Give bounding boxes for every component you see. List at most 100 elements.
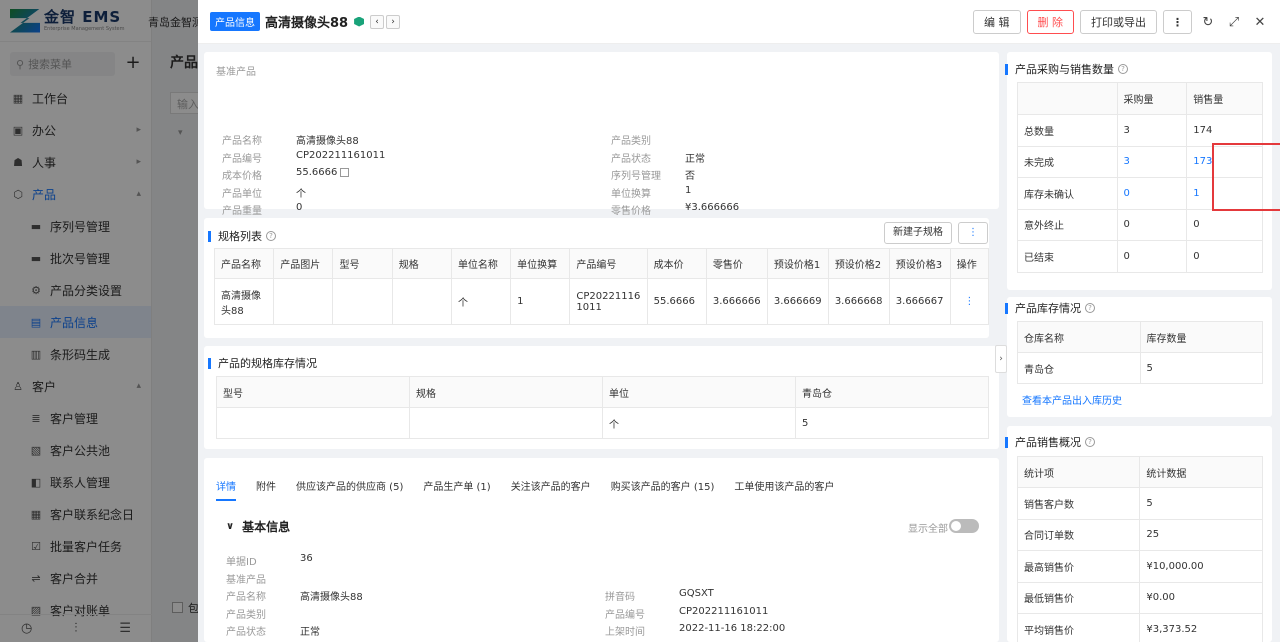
table-cell: ¥0.00	[1139, 581, 1263, 614]
tab-item[interactable]: 附件	[256, 478, 276, 501]
spec-list-card: 规格列表 ? 新建子规格 ⋮ 产品名称 产品图片 型号 规格 单位名称 单位换算 产品编号成…	[204, 218, 990, 338]
column-header	[1017, 82, 1118, 115]
table-cell: 未完成	[1017, 145, 1118, 178]
column-header: 青岛仓	[795, 376, 989, 408]
table-cell[interactable]: 0	[1116, 177, 1188, 210]
field-value: 1	[685, 184, 692, 196]
table-cell: 25	[1139, 518, 1263, 551]
field-label: 产品重量	[222, 206, 262, 218]
column-header: 统计项	[1016, 456, 1141, 488]
column-header: 仓库名称	[1017, 321, 1141, 353]
tab-item[interactable]: 购买该产品的客户 (15)	[611, 478, 715, 501]
product-info-tag: 产品信息	[210, 12, 260, 31]
field-label: 单位换算	[611, 188, 651, 200]
prev-record-button[interactable]: ‹	[370, 14, 385, 29]
table-cell: 0	[1116, 208, 1188, 241]
spec-more-button[interactable]: ⋮	[958, 222, 988, 244]
field-label: 序列号管理	[611, 171, 661, 183]
table-cell: 0	[1116, 240, 1188, 273]
sales-overview-title: 产品销售概况	[1015, 436, 1081, 449]
field-label: 单据ID	[226, 557, 257, 568]
sales-overview-table: 统计项 统计数据 销售客户数 5 合同订单数 25 最高销售价 ¥10,000.00 最低销售…	[1016, 456, 1263, 642]
help-icon[interactable]: ?	[1085, 303, 1095, 313]
stock-history-link[interactable]: 查看本产品出入库历史	[1022, 392, 1122, 407]
field-label: 成本价格	[222, 171, 262, 183]
column-header: 成本价	[646, 248, 707, 279]
close-icon[interactable]: ✕	[1250, 15, 1270, 30]
field-label: 产品编号	[605, 609, 645, 621]
column-header: 预设价格2	[827, 248, 890, 279]
column-header: 采购量	[1116, 82, 1188, 115]
drawer-title: 高清摄像头88	[265, 16, 349, 31]
show-all-label: 显示全部	[908, 524, 948, 535]
tab-item[interactable]: 供应该产品的供应商 (5)	[296, 478, 403, 501]
detail-tabs: 详情 附件 供应该产品的供应商 (5) 产品生产单 (1) 关注该产品的客户 购买该产品的…	[216, 478, 854, 501]
row-actions-button[interactable]: ⋮	[949, 278, 990, 325]
table-cell: 5	[1139, 487, 1263, 520]
table-cell: 3	[1116, 114, 1188, 147]
field-value: 2022-11-16 18:22:00	[679, 623, 786, 635]
table-cell: 库存未确认	[1017, 177, 1118, 210]
table-row: 总数量 3 174	[1017, 114, 1263, 147]
field-label: 产品类别	[226, 609, 266, 621]
table-cell: 已结束	[1017, 240, 1118, 273]
panel-collapse-handle[interactable]: ›	[995, 345, 1007, 373]
table-cell: 3.666667	[888, 278, 951, 325]
table-row: 合同订单数 25	[1016, 518, 1263, 551]
table-cell: 0	[1186, 208, 1263, 241]
spec-stock-table: 型号 规格 单位 青岛仓 个5	[216, 376, 989, 439]
column-header: 型号	[216, 376, 410, 408]
table-cell: 个	[450, 278, 512, 325]
new-sub-spec-button[interactable]: 新建子规格	[884, 222, 952, 244]
table-cell: CP20221116 1011	[569, 278, 648, 325]
refresh-icon[interactable]: ↻	[1198, 15, 1218, 30]
field-value: ¥3.666666	[685, 202, 740, 214]
table-cell: 5	[1139, 352, 1263, 384]
column-header: 单位名称	[450, 248, 512, 279]
table-cell: 最高销售价	[1016, 550, 1141, 583]
column-header: 型号	[332, 248, 393, 279]
field-value: 高清摄像头88	[300, 592, 363, 604]
table-cell: 意外终止	[1017, 208, 1118, 241]
basic-info-card: 基准产品 产品名称 高清摄像头88 产品编号 CP202211161011 成本价格 55…	[204, 52, 999, 253]
spec-list-title: 规格列表	[218, 230, 262, 243]
basic-heading: 基准产品	[216, 67, 256, 78]
print-export-button[interactable]: 打印或导出	[1080, 10, 1157, 34]
edit-button[interactable]: 编 辑	[973, 10, 1021, 34]
table-cell: 个	[602, 407, 796, 439]
table-row: 销售客户数 5	[1016, 487, 1263, 520]
tab-item[interactable]: 产品生产单 (1)	[423, 478, 490, 501]
inventory-table: 仓库名称 库存数量 青岛仓 5	[1017, 321, 1263, 384]
tab-item[interactable]: 关注该产品的客户	[511, 478, 591, 501]
field-label: 基准产品	[226, 574, 266, 586]
table-cell: 最低销售价	[1016, 581, 1141, 614]
next-record-button[interactable]: ›	[386, 14, 401, 29]
field-value: 否	[685, 171, 695, 183]
collapse-chevron-icon[interactable]: ∨	[226, 521, 234, 532]
table-cell: ¥3,373.52	[1139, 613, 1263, 642]
table-cell	[332, 278, 393, 325]
field-label: 产品状态	[611, 153, 651, 165]
field-value: CP202211161011	[679, 605, 769, 617]
tab-item[interactable]: 详情	[216, 478, 236, 501]
table-row: 青岛仓 5	[1017, 352, 1263, 384]
help-icon[interactable]: ?	[1118, 64, 1128, 74]
drawer-header: 产品信息 高清摄像头88 ‹ › 编 辑 删 除 打印或导出 ⋮ ↻ ⤢ ✕	[198, 0, 1280, 44]
tab-item[interactable]: 工单使用该产品的客户	[734, 478, 834, 501]
field-value: 36	[300, 553, 313, 564]
field-value: 正常	[300, 627, 320, 639]
column-header: 产品名称	[213, 248, 275, 279]
calculator-icon[interactable]	[340, 168, 349, 178]
show-all-toggle[interactable]	[949, 519, 979, 533]
help-icon[interactable]: ?	[1085, 437, 1095, 447]
help-icon[interactable]: ?	[266, 231, 276, 241]
column-header: 规格	[409, 376, 603, 408]
field-value: CP202211161011	[296, 149, 386, 161]
table-cell: 高清摄像头88	[213, 278, 275, 325]
fullscreen-icon[interactable]: ⤢	[1224, 15, 1244, 30]
table-cell[interactable]: 3	[1116, 145, 1188, 178]
delete-button[interactable]: 删 除	[1026, 10, 1074, 34]
more-actions-button[interactable]: ⋮	[1163, 10, 1192, 34]
table-cell	[273, 278, 334, 325]
column-header: 统计数据	[1139, 456, 1263, 488]
